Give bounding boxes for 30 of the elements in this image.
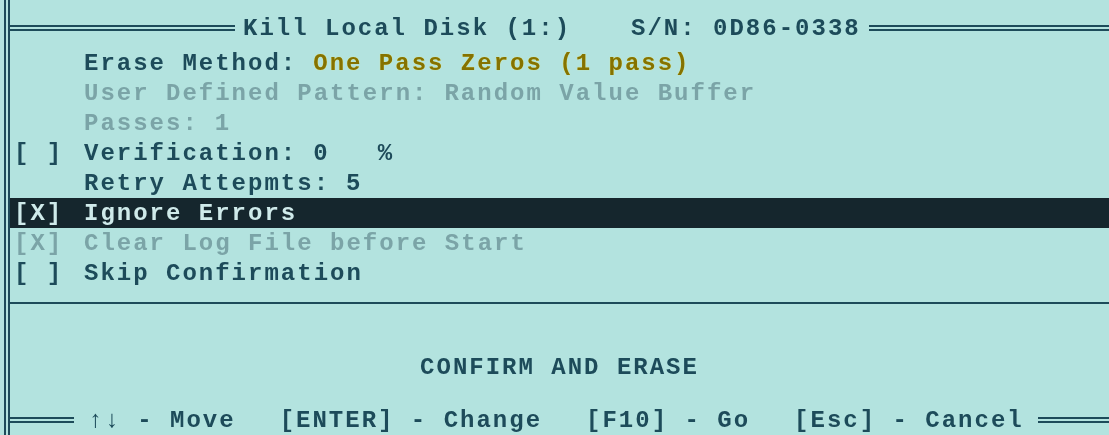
key-hint: [ENTER] - Change — [279, 406, 543, 434]
option-row[interactable]: Erase Method: One Pass Zeros (1 pass) — [10, 48, 1109, 78]
option-row[interactable]: [ ] Verification: 0 % — [10, 138, 1109, 168]
option-label: Verification: — [84, 139, 298, 167]
option-value: Random Value Buffer — [444, 79, 757, 107]
option-label: Erase Method: — [84, 49, 298, 77]
option-label: Skip Confirmation — [84, 259, 363, 287]
checkbox-mark: [ ] — [13, 259, 65, 287]
option-value: 1 — [214, 109, 232, 137]
serial-number: S/N: 0D86-0338 — [630, 14, 862, 42]
option-label: User Defined Pattern: — [84, 79, 429, 107]
confirm-erase-button[interactable]: CONFIRM AND ERASE — [414, 352, 705, 383]
option-row[interactable]: [X] Ignore Errors — [10, 198, 1109, 228]
unit-label: % — [377, 139, 395, 167]
option-value: 5 — [346, 169, 363, 197]
option-row[interactable]: Retry Attepmts: 5 — [10, 168, 1109, 198]
option-value: 0 — [313, 139, 330, 167]
option-label: Passes: — [84, 109, 199, 137]
key-hint: [F10] - Go — [586, 406, 751, 434]
option-label: Clear Log File before Start — [84, 229, 527, 257]
window-title: Kill Local Disk (1:) — [242, 14, 573, 42]
key-hint: ↑↓ - Move — [88, 406, 236, 434]
option-label: Retry Attepmts: — [84, 169, 331, 197]
key-hint: [Esc] - Cancel — [794, 406, 1024, 434]
option-value: One Pass Zeros (1 pass) — [313, 49, 691, 77]
checkbox-mark: [ ] — [13, 139, 65, 167]
option-row[interactable]: [ ] Skip Confirmation — [10, 258, 1109, 288]
checkbox-mark: [X] — [13, 199, 65, 227]
checkbox-mark: [X] — [13, 229, 65, 257]
option-label: Ignore Errors — [84, 199, 298, 227]
